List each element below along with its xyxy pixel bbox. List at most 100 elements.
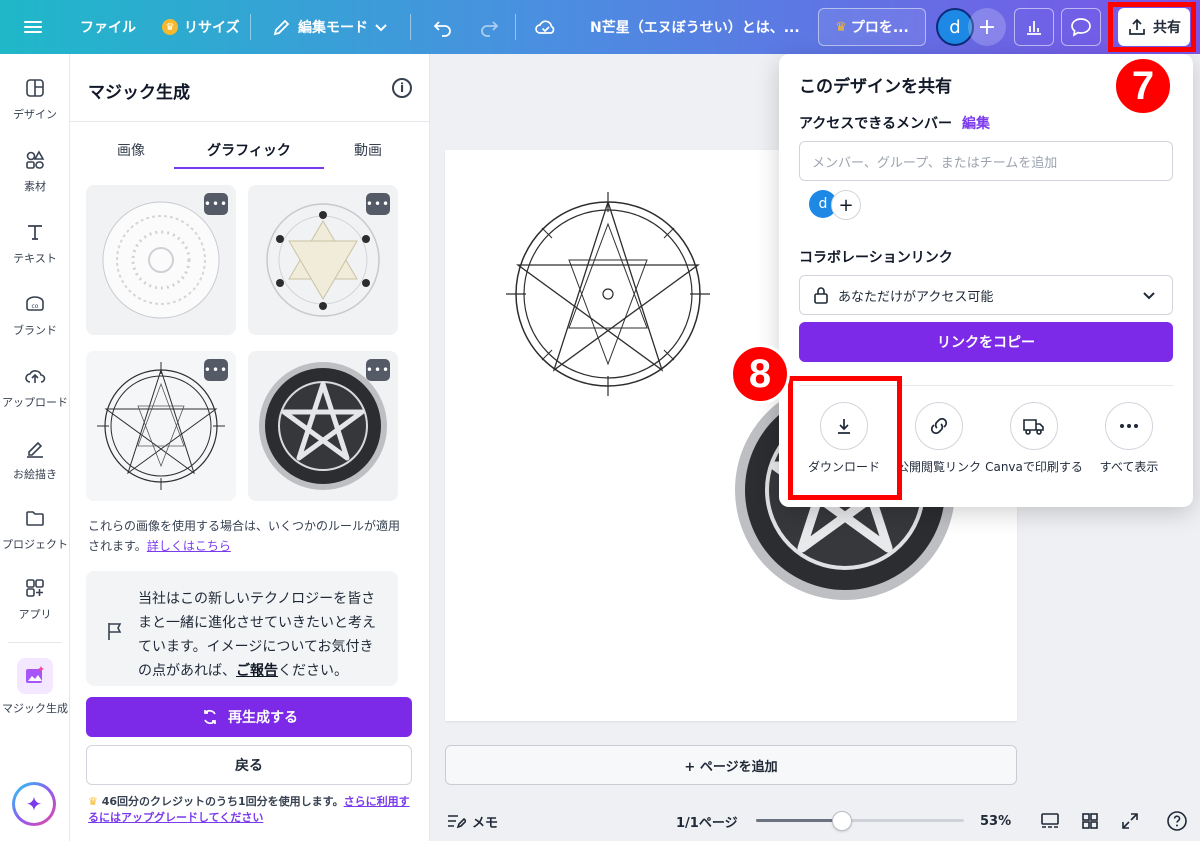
tab-graphics[interactable]: グラフィック	[174, 140, 324, 160]
apps-icon	[23, 576, 47, 600]
add-page-label: + ページを追加	[684, 759, 778, 775]
menu-icon[interactable]	[24, 0, 46, 54]
undo-button[interactable]	[432, 0, 454, 54]
rail-item-label: アプリ	[18, 608, 52, 621]
divider	[70, 121, 430, 122]
rail-item-projects[interactable]: プロジェクト	[0, 506, 70, 552]
plus-icon: +	[977, 14, 997, 40]
edit-mode-button[interactable]: 編集モード	[272, 0, 388, 54]
top-bar: ファイル ♛ リサイズ 編集モード N芒星（エヌぼうせい）とは、... ♛ プロ…	[0, 0, 1200, 54]
bar-chart-icon	[1027, 21, 1041, 35]
print-with-canva-action[interactable]: Canvaで印刷する	[984, 402, 1084, 475]
credit-info: ♛ 46回分のクレジットのうち1回分を使用します。さらに利用するにはアップグレー…	[88, 794, 418, 826]
cloud-save-button[interactable]	[534, 0, 558, 54]
rail-item-elements[interactable]: 素材	[0, 148, 70, 194]
crown-icon: ♛	[162, 19, 178, 35]
zoom-slider-handle[interactable]	[832, 811, 852, 831]
resize-label: リサイズ	[184, 20, 240, 36]
divider	[515, 14, 516, 40]
back-button[interactable]: 戻る	[86, 745, 412, 785]
feedback-suffix: ください。	[278, 663, 348, 679]
notes-label: メモ	[472, 815, 499, 831]
generated-graphic-3[interactable]: •••	[86, 351, 236, 501]
step-8-number: 8	[748, 351, 772, 396]
more-options-button[interactable]: •••	[366, 193, 390, 215]
rail-item-magic-media[interactable]: マジック生成	[0, 658, 70, 716]
more-icon	[1105, 402, 1153, 450]
pencil-icon	[273, 19, 290, 36]
feedback-card: 当社はこの新しいテクノロジーを皆さまと一緒に進化させていきたいと考えています。イ…	[86, 571, 398, 686]
generated-graphic-4[interactable]: •••	[248, 351, 398, 501]
lock-icon	[814, 287, 828, 304]
fullscreen-button[interactable]	[1120, 801, 1140, 841]
share-dialog-title: このデザインを共有	[799, 77, 952, 97]
grid-icon	[1082, 813, 1098, 829]
step-7-number: 7	[1131, 63, 1155, 108]
rail-item-text[interactable]: テキスト	[0, 220, 70, 266]
document-title-text: N芒星（エヌぼうせい）とは、...	[590, 20, 800, 36]
rail-item-apps[interactable]: アプリ	[0, 576, 70, 622]
share-button-highlight	[1108, 2, 1196, 52]
rail-item-uploads[interactable]: アップロード	[0, 364, 70, 410]
pages-view-icon	[1041, 813, 1059, 828]
help-button[interactable]	[1166, 801, 1188, 841]
zoom-slider-fill	[756, 819, 842, 822]
add-member-button[interactable]: +	[831, 190, 861, 220]
rail-item-label: ブランド	[13, 324, 57, 337]
tab-images[interactable]: 画像	[116, 140, 146, 160]
pages-view-button[interactable]	[1040, 801, 1060, 841]
more-options-button[interactable]: •••	[204, 193, 228, 215]
learn-more-link[interactable]: 詳しくはこちら	[147, 539, 231, 553]
expand-icon	[1122, 813, 1138, 829]
rail-item-design[interactable]: デザイン	[0, 76, 70, 122]
magic-media-panel: マジック生成 i 画像 グラフィック 動画 ••• ••• ••• ••• これ…	[70, 54, 494, 841]
copy-link-button[interactable]: リンクをコピー	[799, 322, 1173, 362]
document-title[interactable]: N芒星（エヌぼうせい）とは、...	[590, 0, 800, 54]
try-pro-button[interactable]: ♛ プロを...	[818, 8, 926, 46]
redo-button[interactable]	[478, 0, 500, 54]
tab-videos[interactable]: 動画	[352, 140, 384, 160]
edit-mode-label: 編集モード	[298, 20, 368, 36]
zoom-level[interactable]: 53%	[980, 801, 1011, 841]
refresh-icon	[204, 709, 216, 725]
truck-icon	[1010, 402, 1058, 450]
comments-button[interactable]	[1061, 8, 1101, 46]
file-menu-button[interactable]: ファイル	[80, 0, 136, 54]
page-counter[interactable]: 1/1ページ	[676, 801, 738, 841]
ai-assistant-button[interactable]: ✦	[12, 782, 56, 826]
edit-access-link[interactable]: 編集	[962, 116, 990, 132]
try-pro-label: プロを...	[850, 20, 909, 36]
rail-item-draw[interactable]: お絵描き	[0, 436, 70, 482]
member-search-input[interactable]: メンバー、グループ、またはチームを追加	[799, 141, 1173, 181]
more-options-button[interactable]: •••	[204, 359, 228, 381]
add-collaborator-button[interactable]: +	[968, 8, 1006, 46]
layout-icon	[23, 76, 47, 100]
member-input-placeholder: メンバー、グループ、またはチームを追加	[812, 155, 1058, 171]
info-icon[interactable]: i	[392, 78, 412, 98]
generated-graphic-2[interactable]: •••	[248, 185, 398, 335]
resize-button[interactable]: ♛ リサイズ	[162, 0, 240, 54]
access-level-select[interactable]: あなただけがアクセス可能	[799, 275, 1173, 315]
sparkle-icon: ✦	[25, 792, 43, 816]
add-page-button[interactable]: + ページを追加	[445, 745, 1017, 785]
rail-item-label: テキスト	[13, 252, 57, 265]
plus-icon: +	[838, 194, 854, 216]
rail-item-label: アップロード	[2, 396, 68, 409]
rail-item-brand[interactable]: co ブランド	[0, 292, 70, 338]
see-all-action[interactable]: すべて表示	[1079, 402, 1179, 475]
usage-notice: これらの画像を使用する場合は、いくつかのルールが適用されます。詳しくはこちら	[88, 516, 404, 556]
redo-icon	[481, 21, 499, 37]
public-link-action[interactable]: 公開閲覧リンク	[889, 402, 989, 475]
report-link[interactable]: ご報告	[236, 663, 278, 679]
public-link-label: 公開閲覧リンク	[896, 460, 981, 474]
insights-button[interactable]	[1014, 8, 1054, 46]
help-icon	[1167, 811, 1187, 831]
more-options-button[interactable]: •••	[366, 359, 390, 381]
svg-text:co: co	[32, 303, 39, 310]
chevron-down-icon	[375, 24, 387, 32]
notes-button[interactable]: メモ	[446, 801, 498, 841]
regenerate-button[interactable]: 再生成する	[86, 697, 412, 737]
step-8-badge: 8	[730, 344, 790, 404]
grid-view-button[interactable]	[1080, 801, 1100, 841]
generated-graphic-1[interactable]: •••	[86, 185, 236, 335]
